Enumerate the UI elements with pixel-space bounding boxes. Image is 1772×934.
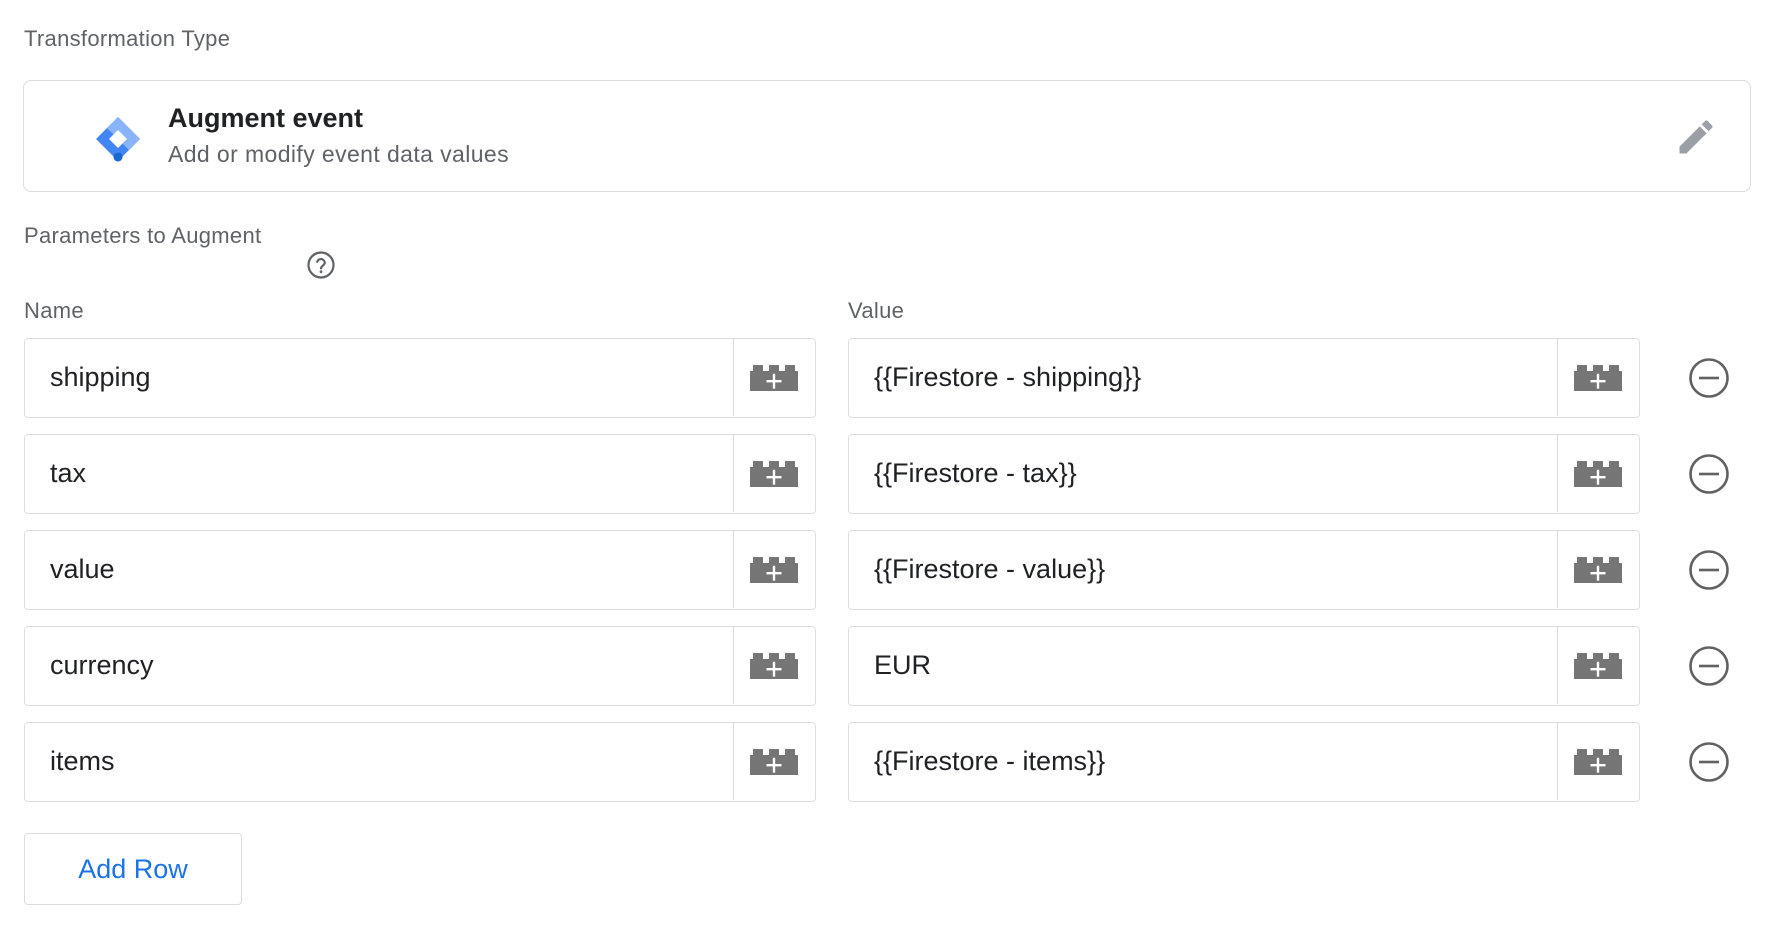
minus-circle-icon[interactable] [1688,549,1730,591]
insert-variable-button[interactable] [733,531,815,608]
variable-brick-plus-icon [1574,461,1622,487]
value-input[interactable] [849,723,1557,800]
parameter-row [0,434,1772,514]
minus-circle-icon[interactable] [1688,453,1730,495]
parameters-label: Parameters to Augment [24,223,262,248]
variable-brick-plus-icon [1574,749,1622,775]
insert-variable-button[interactable] [1557,339,1639,416]
name-field [24,338,816,418]
name-input[interactable] [25,723,733,800]
name-column-header: Name [24,298,84,323]
minus-circle-icon[interactable] [1688,741,1730,783]
parameter-row [0,530,1772,610]
transformation-type-subtitle: Add or modify event data values [168,141,509,167]
value-input[interactable] [849,435,1557,512]
insert-variable-button[interactable] [1557,723,1639,800]
minus-circle-icon[interactable] [1688,645,1730,687]
value-field [848,530,1640,610]
add-row-button[interactable]: Add Row [24,833,242,905]
parameter-row [0,722,1772,802]
help-circle-icon[interactable] [306,250,336,280]
name-field [24,722,816,802]
name-field [24,530,816,610]
variable-brick-plus-icon [750,653,798,679]
name-input[interactable] [25,531,733,608]
value-field [848,338,1640,418]
value-input[interactable] [849,339,1557,416]
name-field [24,626,816,706]
insert-variable-button[interactable] [733,339,815,416]
transformation-type-card[interactable]: Augment event Add or modify event data v… [23,80,1751,192]
value-column-header: Value [848,298,905,323]
variable-brick-plus-icon [750,749,798,775]
name-input[interactable] [25,627,733,704]
parameter-row [0,626,1772,706]
value-field [848,722,1640,802]
transformation-type-title: Augment event [168,103,364,133]
insert-variable-button[interactable] [733,723,815,800]
value-input[interactable] [849,531,1557,608]
value-field [848,626,1640,706]
variable-brick-plus-icon [1574,557,1622,583]
tag-manager-diamond-icon [96,117,140,162]
value-input[interactable] [849,627,1557,704]
variable-brick-plus-icon [750,461,798,487]
insert-variable-button[interactable] [1557,435,1639,512]
variable-brick-plus-icon [1574,653,1622,679]
transformation-config: Transformation Type Augment event Add or… [0,0,1772,934]
minus-circle-icon[interactable] [1688,357,1730,399]
variable-brick-plus-icon [750,557,798,583]
name-field [24,434,816,514]
name-input[interactable] [25,435,733,512]
parameter-row [0,338,1772,418]
variable-brick-plus-icon [750,365,798,391]
insert-variable-button[interactable] [733,627,815,704]
insert-variable-button[interactable] [1557,531,1639,608]
value-field [848,434,1640,514]
pencil-icon[interactable] [1674,115,1718,159]
variable-brick-plus-icon [1574,365,1622,391]
name-input[interactable] [25,339,733,416]
insert-variable-button[interactable] [1557,627,1639,704]
transformation-type-label: Transformation Type [24,26,231,51]
insert-variable-button[interactable] [733,435,815,512]
